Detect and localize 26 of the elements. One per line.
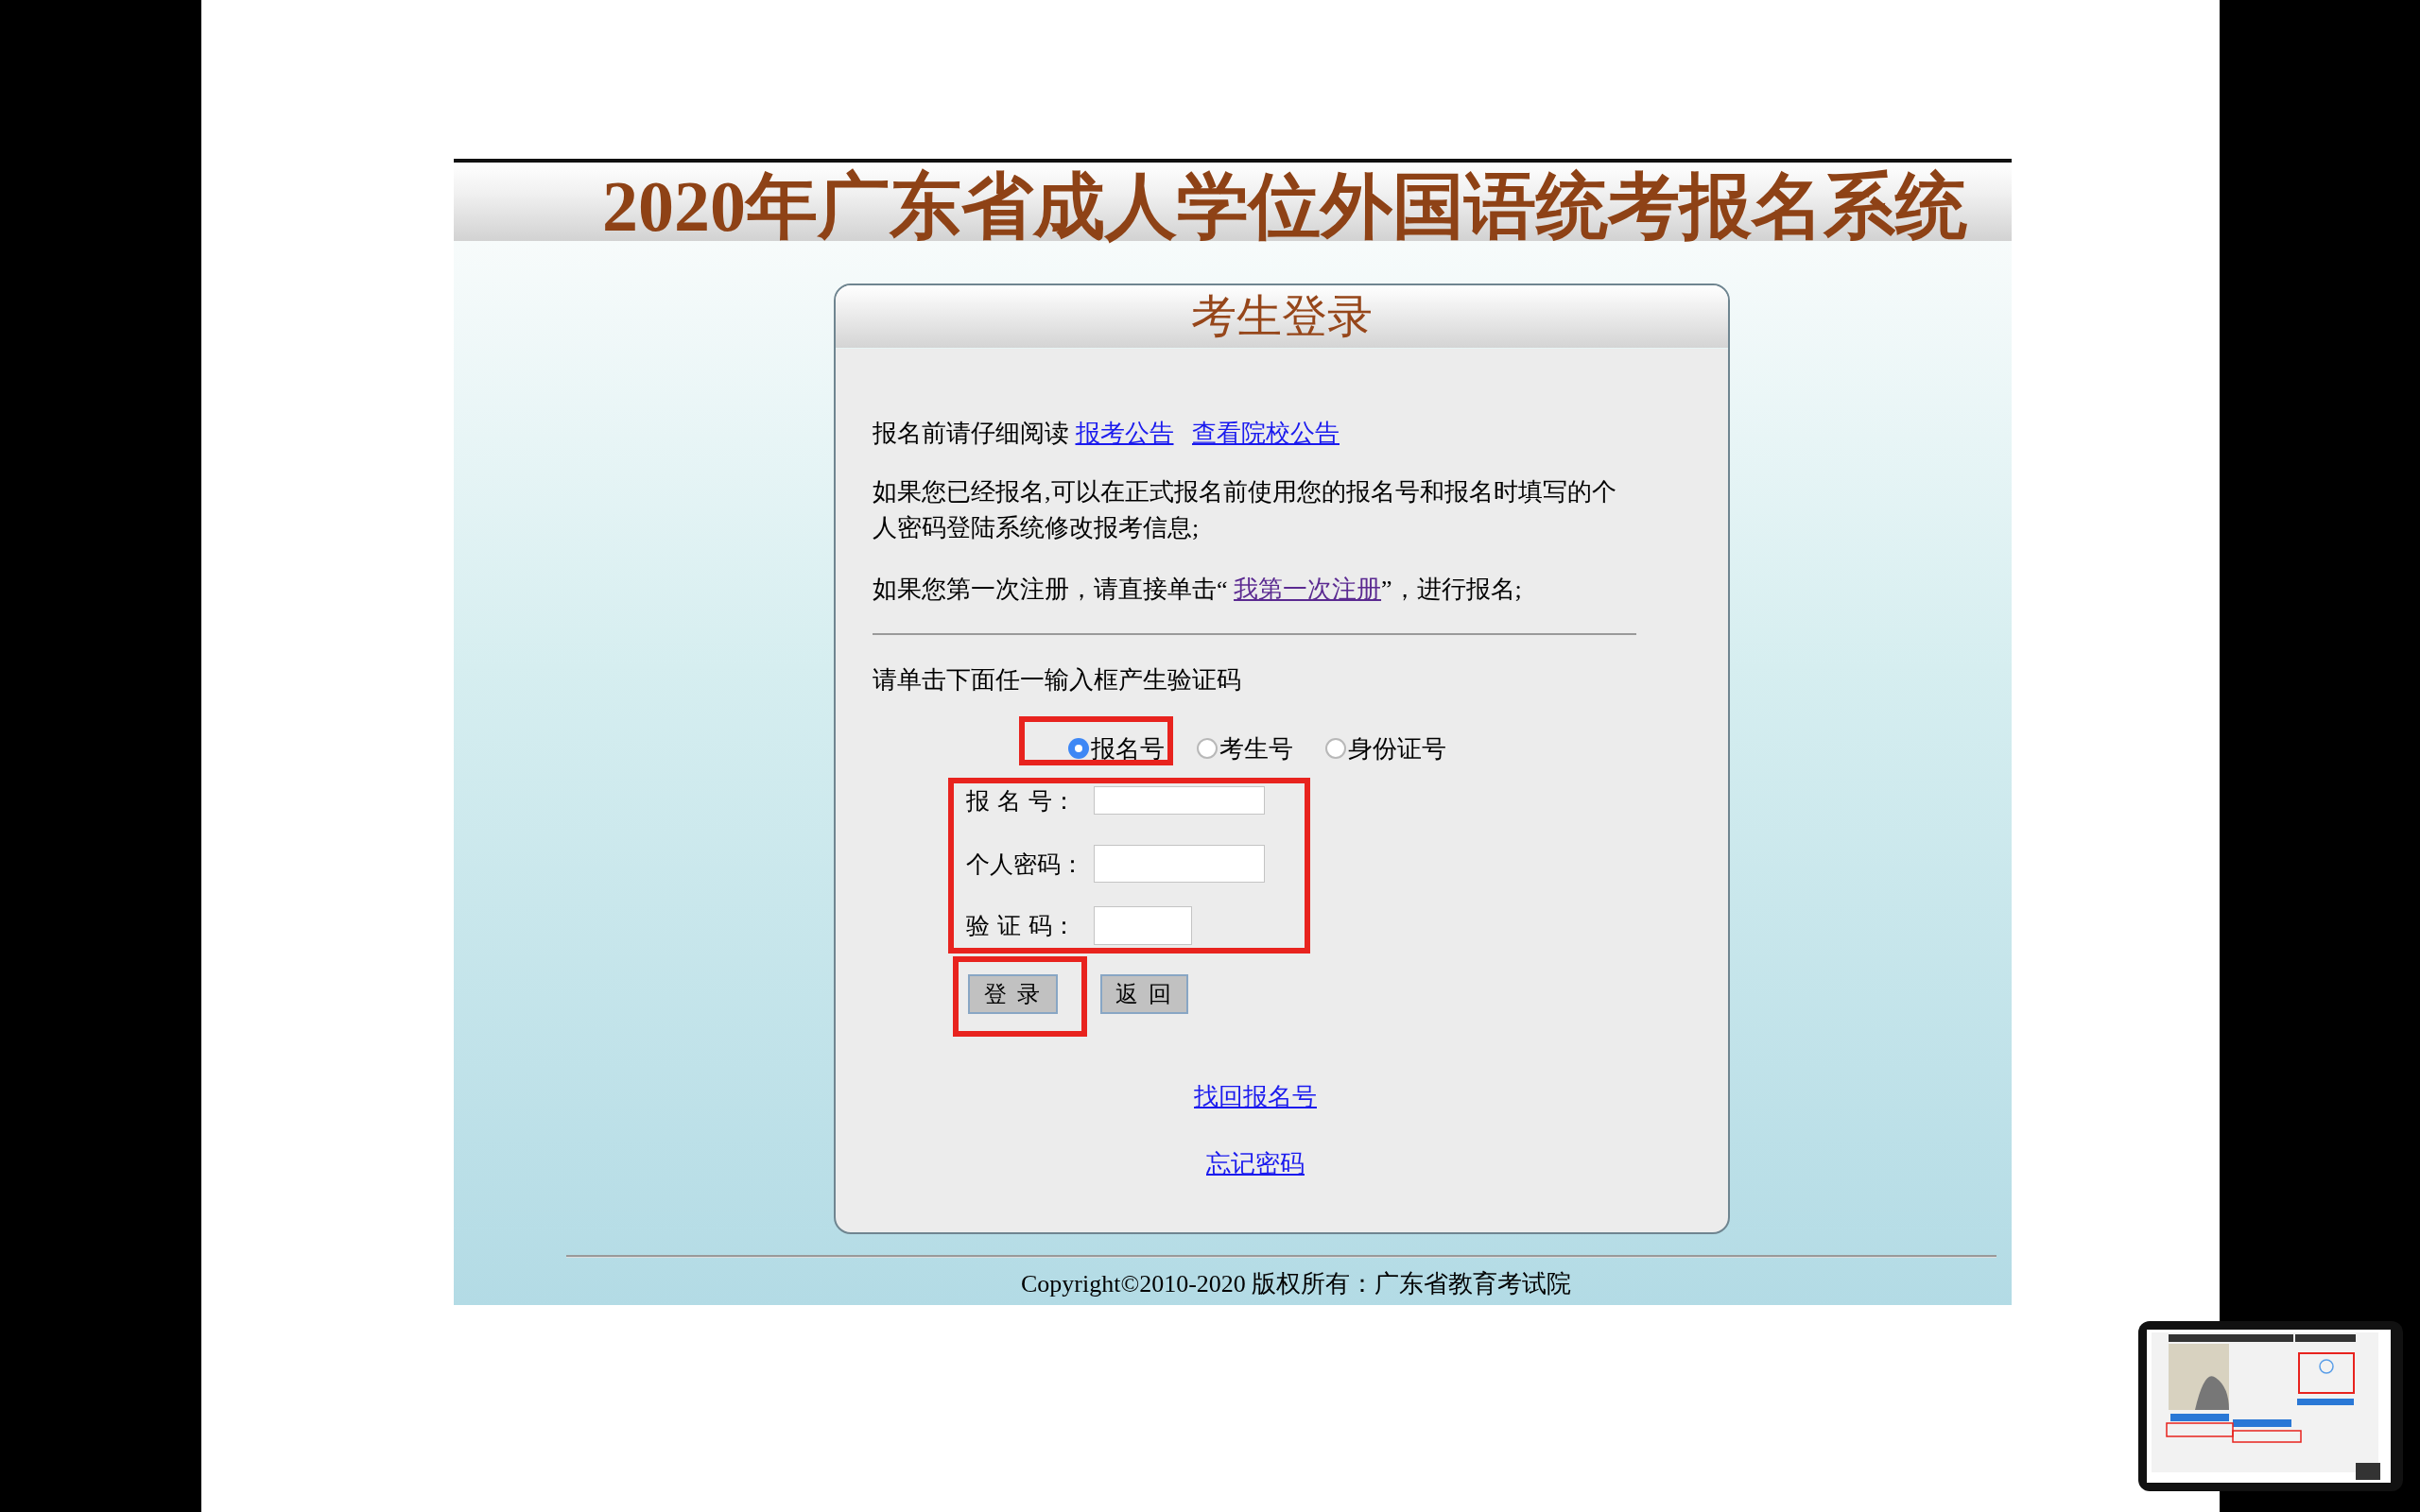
notice-link[interactable]: 报考公告	[1075, 420, 1174, 447]
radio-label: 身份证号	[1348, 733, 1446, 765]
radio-label: 报名号	[1091, 733, 1165, 765]
field-label: 验 证 码：	[966, 911, 1077, 941]
recovery-link[interactable]: 找回报名号	[1194, 1083, 1317, 1110]
prompt-text: 请单击下面任一输入框产生验证码	[873, 665, 1242, 696]
panel-title: 考生登录	[1191, 290, 1373, 343]
back-button[interactable]: 返 回	[1100, 974, 1188, 1014]
notice-link[interactable]: 查看院校公告	[1192, 420, 1340, 447]
login-button[interactable]: 登 录	[968, 974, 1058, 1014]
input-field[interactable]	[1094, 786, 1265, 815]
radio-button[interactable]	[1325, 738, 1346, 759]
notice-text: 报名前请仔细阅读 报考公告 查看院校公告	[873, 419, 1340, 449]
input-field[interactable]	[1094, 906, 1192, 945]
register-text: 如果您第一次注册，请直接单击“ 我第一次注册”，进行报名;	[873, 575, 1523, 605]
field-label: 报 名 号：	[966, 785, 1077, 816]
radio-label: 考生号	[1219, 733, 1293, 765]
radio-button[interactable]	[1068, 738, 1089, 759]
copyright-text: Copyright©2010-2020 版权所有：广东省教育考试院	[1021, 1270, 1572, 1297]
field-label: 个人密码：	[966, 849, 1085, 880]
recovery-link[interactable]: 忘记密码	[1206, 1150, 1305, 1177]
radio-button[interactable]	[1197, 738, 1218, 759]
info-text: 如果您已经报名,可以在正式报名前使用您的报名号和报名时填写的个人密码登陆系统修改报考信息;	[873, 477, 1617, 543]
register-link[interactable]: 我第一次注册	[1234, 576, 1382, 603]
page-title: 2020年广东省成人学位外国语统考报名系统	[601, 165, 1967, 248]
input-field[interactable]	[1094, 845, 1265, 883]
